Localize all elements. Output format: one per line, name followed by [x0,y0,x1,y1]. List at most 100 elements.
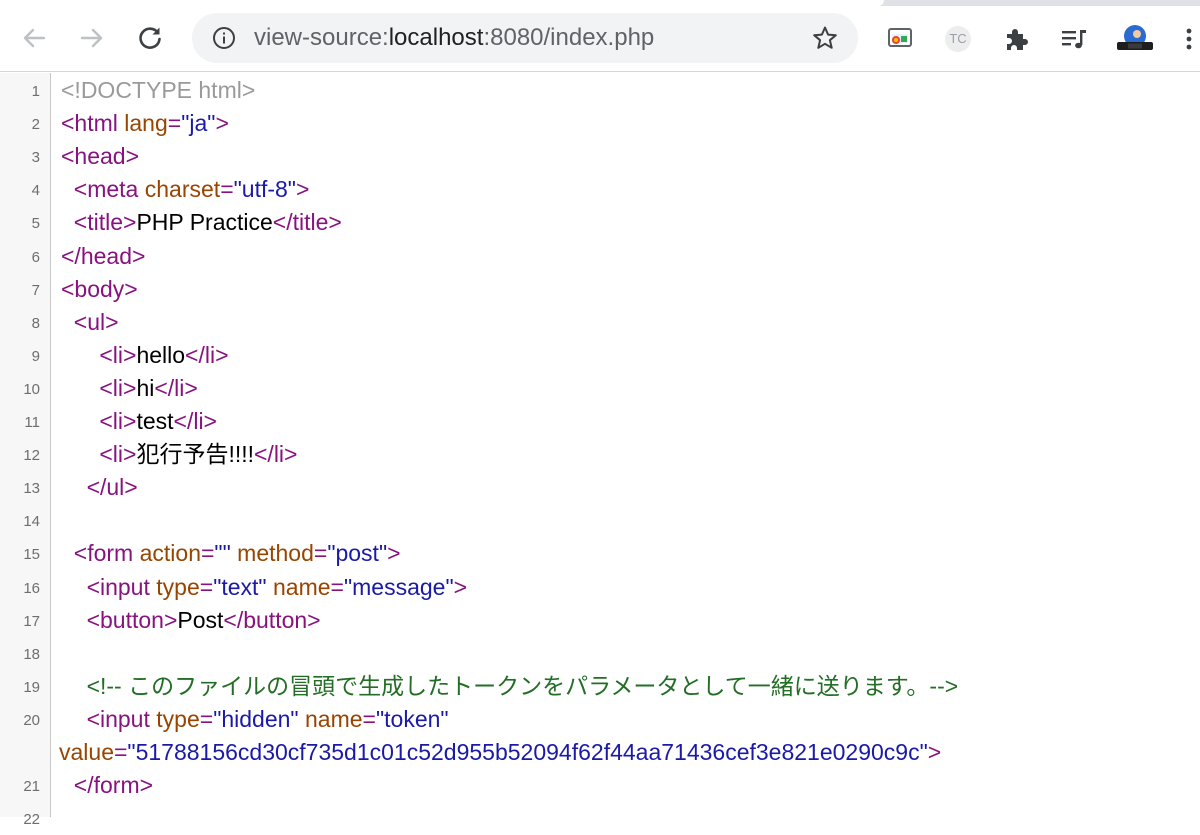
source-line: 4 <meta charset="utf-8"> [0,173,1200,206]
token-doc: <!DOCTYPE html> [61,77,256,103]
source-code: <body> [61,273,138,306]
token-tag: </li> [254,441,298,468]
token-tag: <title> [73,209,137,236]
token-text: 犯行予告!!!! [136,441,254,468]
line-number: 12 [23,447,40,465]
line-number: 4 [31,182,40,200]
puzzle-piece-icon [1007,29,1028,50]
source-line: 6 </head> [0,240,1200,273]
token-attr: lang [124,110,168,137]
source-line: 11 <li>test</li> [0,405,1200,438]
line-number: 9 [31,347,40,365]
source-line: 20 <input type="hidden" name="token" [0,703,1200,736]
token-tag: = [113,739,128,765]
source-line: 15 <form action="" method="post"> [0,537,1200,570]
more-vertical-icon [1186,28,1192,50]
cast-app-icon [888,28,912,47]
tc-badge-icon: TC [945,26,971,52]
back-button[interactable] [18,22,50,54]
token-tag: </li> [173,408,217,434]
line-number: 2 [31,116,40,134]
profile-avatar-button[interactable] [1115,24,1155,54]
source-line: 22 [0,802,1200,835]
browser-toolbar: view-source:localhost:8080/index.php TC [0,0,1200,72]
token-tag: <li> [99,408,137,434]
source-view: 1 <!DOCTYPE html> 2 <html lang="ja"> 3 <head>… [0,73,1200,828]
token-tag: = [167,110,182,137]
source-line: 9 <li>hello</li> [0,339,1200,372]
token-tag: = [313,540,328,567]
token-val: "" [214,540,231,567]
source-code: <ul> [61,306,119,339]
token-tag: = [200,540,215,567]
playlist-music-icon [1062,30,1086,49]
source-line: 10 <li>hi</li> [0,372,1200,405]
line-number: 11 [24,414,40,431]
token-text: Post [177,606,224,633]
line-number: 14 [23,513,40,531]
line-number: 19 [23,678,40,696]
extensions-menu-button[interactable] [1001,24,1031,54]
token-tag: </title> [272,209,342,236]
address-bar[interactable]: view-source:localhost:8080/index.php [192,13,858,63]
address-url[interactable]: view-source:localhost:8080/index.php [254,24,654,52]
source-code: <input type="hidden" name="token" [61,703,449,736]
token-attr: name [304,705,363,732]
line-number: 3 [31,149,40,167]
extension-cast-button[interactable] [885,24,915,54]
token-text: hello [136,341,186,368]
line-number: 20 [23,711,40,729]
source-code: <button>Post</button> [61,604,321,637]
source-code: <form action="" method="post"> [61,537,401,570]
token-tag: <meta [73,176,145,203]
line-number: 8 [31,314,40,332]
token-tag: </li> [185,341,229,368]
token-attr: type [156,573,200,600]
token-tag: <li> [99,341,137,368]
token-tag: > [453,573,468,600]
url-host: localhost [388,24,484,51]
token-tag: <form [73,540,140,567]
source-line: value="51788156cd30cf735d1c01c52d955b520… [0,736,1200,769]
browser-menu-button[interactable] [1179,24,1199,54]
info-icon[interactable] [212,26,236,50]
token-tag: <ul> [73,308,119,335]
source-line: 8 <ul> [0,306,1200,339]
line-number: 22 [23,811,40,829]
token-tag: <html [61,110,125,137]
source-code: </head> [61,240,145,273]
token-comment: <!-- このファイルの冒頭で生成したトークンをパラメータとして一緒に送ります。… [86,672,959,699]
source-code: <meta charset="utf-8"> [61,173,310,206]
source-code: </ul> [61,471,138,504]
token-text: test [136,408,174,434]
source-code: <input type="text" name="message"> [61,571,468,604]
token-val: "51788156cd30cf735d1c01c52d955b52094f62f… [127,739,928,765]
source-line: 19 <!-- このファイルの冒頭で生成したトークンをパラメータとして一緒に送り… [0,670,1200,703]
source-code: <li>test</li> [61,405,217,438]
source-code: </form> [61,769,153,802]
source-line: 7 <body> [0,273,1200,306]
media-controls-button[interactable] [1059,24,1089,54]
forward-arrow-icon [80,28,103,48]
source-code: <li>犯行予告!!!!</li> [61,438,297,471]
active-tab-edge[interactable] [0,0,884,6]
line-number: 18 [23,645,40,663]
forward-button[interactable] [76,22,108,54]
token-tag: <button> [86,606,178,633]
source-code: <head> [61,140,139,173]
back-arrow-icon [23,28,46,48]
token-val: "post" [327,540,388,567]
source-code: <!-- このファイルの冒頭で生成したトークンをパラメータとして一緒に送ります。… [61,670,959,703]
token-tag: <input [86,705,157,732]
extension-tc-button[interactable]: TC [943,24,973,54]
line-number: 13 [23,480,40,498]
token-val: "token" [375,705,449,732]
token-tag: = [362,705,376,732]
reload-button[interactable] [134,22,166,54]
line-number: 16 [23,579,40,597]
line-number: 21 [23,778,40,796]
token-tag: = [330,573,344,600]
bookmark-star-icon[interactable] [812,25,838,51]
line-number: 6 [31,248,40,266]
url-scheme: view-source: [254,24,389,51]
